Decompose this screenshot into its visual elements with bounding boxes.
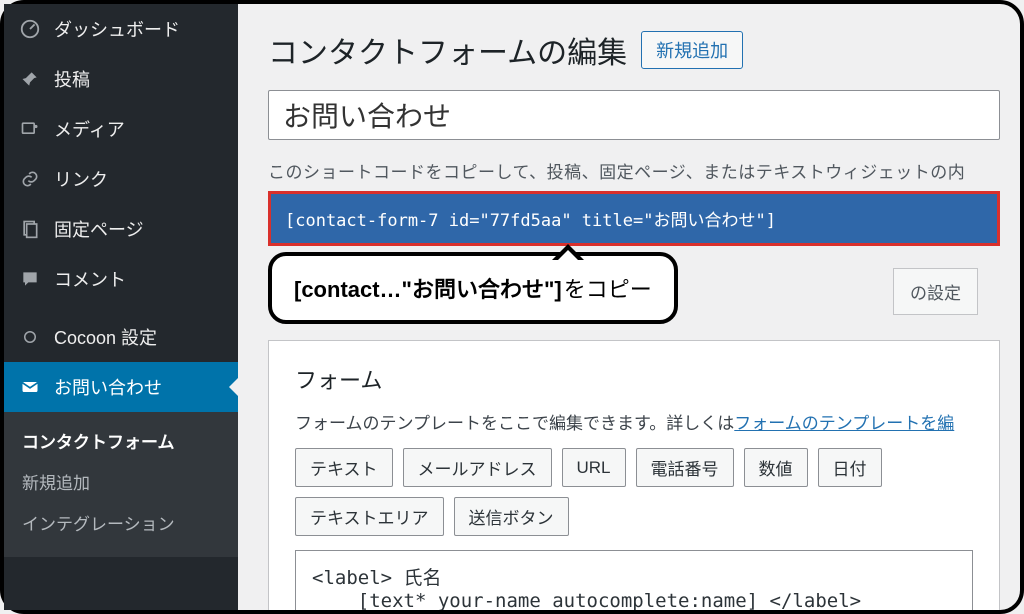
form-panel: フォーム フォームのテンプレートをここで編集できます。詳しくはフォームのテンプレ… (268, 340, 1000, 610)
tab-extra-settings[interactable]: の設定 (893, 268, 978, 315)
form-template-editor[interactable]: <label> 氏名 [text* your-name autocomplete… (295, 550, 973, 610)
sidebar-item-label: お問い合わせ (54, 374, 162, 400)
main-content: コンタクトフォームの編集 新規追加 このショートコードをコピーして、投稿、固定ペ… (238, 4, 1020, 610)
pin-icon (18, 69, 42, 89)
sidebar-item-contact[interactable]: お問い合わせ (4, 362, 238, 412)
page-title: コンタクトフォームの編集 (268, 28, 627, 72)
shortcode-box[interactable]: [contact-form-7 id="77fd5aa" title="お問い合… (268, 191, 1000, 246)
dot-icon (18, 328, 42, 346)
tag-btn-textarea[interactable]: テキストエリア (295, 497, 444, 536)
sidebar-item-media[interactable]: メディア (4, 104, 238, 154)
submenu-item-contact-forms[interactable]: コンタクトフォーム (4, 420, 238, 461)
callout-rest: をコピー (564, 272, 652, 304)
mail-icon (18, 377, 42, 397)
callout-bold: [contact…"お問い合わせ"] (294, 272, 562, 304)
tag-btn-email[interactable]: メールアドレス (403, 448, 552, 487)
panel-description: フォームのテンプレートをここで編集できます。詳しくはフォームのテンプレートを編 (295, 409, 973, 434)
sidebar-item-label: ダッシュボード (54, 16, 180, 42)
comment-icon (18, 269, 42, 289)
submenu-item-add-new[interactable]: 新規追加 (4, 461, 238, 502)
tag-btn-url[interactable]: URL (562, 448, 626, 487)
tag-btn-date[interactable]: 日付 (818, 448, 882, 487)
sidebar-item-posts[interactable]: 投稿 (4, 54, 238, 104)
sidebar-item-label: メディア (54, 116, 125, 142)
shortcode-hint: このショートコードをコピーして、投稿、固定ページ、またはテキストウィジェットの内 (268, 158, 1000, 183)
sidebar-item-pages[interactable]: 固定ページ (4, 204, 238, 254)
sidebar-item-label: 固定ページ (54, 216, 144, 242)
add-new-button[interactable]: 新規追加 (641, 31, 743, 69)
sidebar-item-label: 投稿 (54, 66, 90, 92)
tag-btn-tel[interactable]: 電話番号 (636, 448, 734, 487)
tag-btn-text[interactable]: テキスト (295, 448, 393, 487)
page-header: コンタクトフォームの編集 新規追加 (268, 28, 1000, 72)
form-title-input[interactable] (268, 90, 1000, 140)
sidebar-item-label: Cocoon 設定 (54, 324, 157, 350)
sidebar-item-label: コメント (54, 266, 126, 292)
template-help-link[interactable]: フォームのテンプレートを編 (734, 414, 954, 433)
sidebar-item-cocoon[interactable]: Cocoon 設定 (4, 312, 238, 362)
page-icon (18, 219, 42, 239)
panel-heading: フォーム (295, 363, 973, 395)
sidebar-item-links[interactable]: リンク (4, 154, 238, 204)
callout-wrap: [contact…"お問い合わせ"] をコピー の設定 (268, 246, 1000, 332)
sidebar-separator (4, 304, 238, 312)
tag-btn-submit[interactable]: 送信ボタン (454, 497, 569, 536)
sidebar-submenu: コンタクトフォーム 新規追加 インテグレーション (4, 412, 238, 557)
link-icon (18, 169, 42, 189)
media-icon (18, 119, 42, 139)
instruction-callout: [contact…"お問い合わせ"] をコピー (268, 252, 678, 324)
dashboard-icon (18, 18, 42, 40)
submenu-item-integration[interactable]: インテグレーション (4, 502, 238, 543)
sidebar-item-dashboard[interactable]: ダッシュボード (4, 4, 238, 54)
sidebar-item-comments[interactable]: コメント (4, 254, 238, 304)
sidebar-item-label: リンク (54, 166, 108, 192)
tag-buttons: テキスト メールアドレス URL 電話番号 数値 日付 テキストエリア 送信ボタ… (295, 448, 973, 536)
admin-sidebar: ダッシュボード 投稿 メディア リンク 固定ページ コメント Coco (4, 4, 238, 610)
tag-btn-number[interactable]: 数値 (744, 448, 808, 487)
